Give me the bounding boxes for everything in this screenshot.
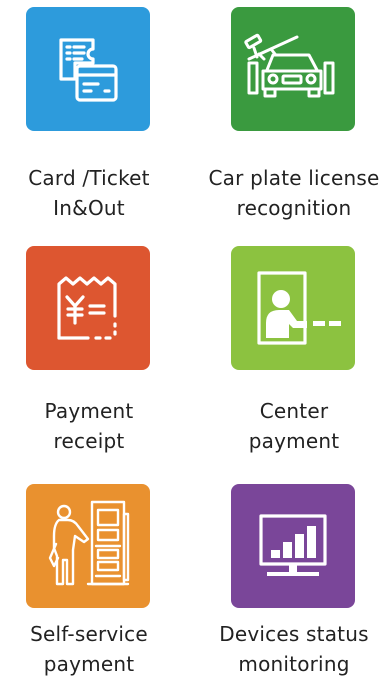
center-payment-caption: Center payment — [196, 396, 392, 456]
payment-receipt-tile[interactable] — [26, 246, 150, 370]
plate-recognition-caption: Car plate license recognition — [196, 163, 392, 223]
self-service-label-line1: Self-service — [30, 622, 148, 646]
payment-receipt-caption: Payment receipt — [0, 396, 187, 456]
center-payment-label-line2: payment — [248, 429, 340, 453]
yen-receipt-icon — [57, 276, 117, 340]
devices-monitoring-caption: Devices status monitoring — [196, 619, 392, 679]
payment-receipt-label-line1: Payment — [44, 399, 134, 423]
plate-recognition-label-line1: Car plate license — [208, 166, 380, 190]
car-barrier-camera-icon — [244, 33, 335, 98]
card-ticket-tile[interactable] — [26, 7, 150, 131]
self-service-kiosk-icon — [48, 500, 130, 586]
self-service-label-line2: payment — [43, 652, 135, 676]
devices-monitoring-label-line1: Devices status — [219, 622, 369, 646]
plate-recognition-label-line2: recognition — [236, 196, 352, 220]
center-payment-label-line1: Center — [259, 399, 329, 423]
self-service-caption: Self-service payment — [0, 619, 187, 679]
card-ticket-icon — [59, 38, 118, 102]
cashier-window-icon — [257, 271, 341, 345]
monitor-bar-chart-icon — [259, 514, 327, 576]
plate-recognition-tile[interactable] — [231, 7, 355, 131]
card-ticket-label-line1: Card /Ticket — [28, 166, 150, 190]
card-ticket-caption: Card /Ticket In&Out — [0, 163, 187, 223]
devices-monitoring-label-line2: monitoring — [238, 652, 350, 676]
card-ticket-label-line2: In&Out — [53, 196, 125, 220]
devices-monitoring-tile[interactable] — [231, 484, 355, 608]
payment-receipt-label-line2: receipt — [53, 429, 125, 453]
self-service-tile[interactable] — [26, 484, 150, 608]
center-payment-tile[interactable] — [231, 246, 355, 370]
